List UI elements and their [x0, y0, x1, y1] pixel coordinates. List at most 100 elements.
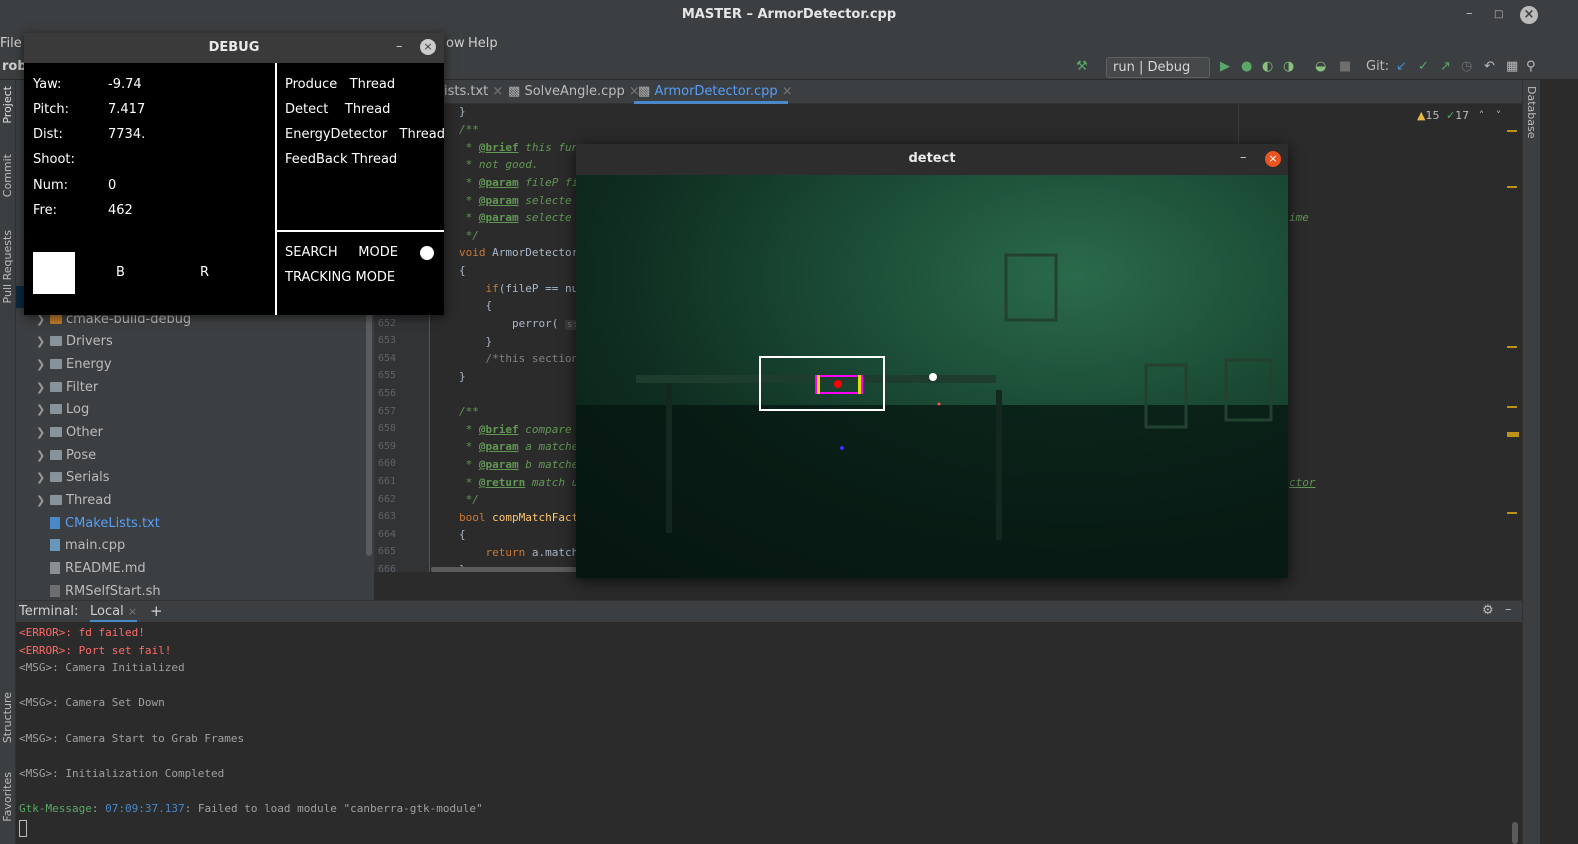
rollback-icon[interactable]: ↶ [1484, 59, 1495, 74]
minimize-icon[interactable]: – [396, 39, 403, 54]
error-stripe-mark[interactable] [1507, 346, 1517, 348]
target-box [759, 356, 885, 411]
layout-icon[interactable]: ▦ [1506, 59, 1518, 74]
close-icon[interactable]: × [492, 84, 503, 99]
tool-window-database[interactable]: Database [1525, 86, 1538, 139]
close-icon[interactable]: × [782, 84, 793, 99]
menu-window[interactable]: ow [446, 36, 465, 51]
minimize-icon[interactable]: – [1466, 6, 1473, 21]
tree-file-cmakelists[interactable]: CMakeLists.txt [50, 514, 160, 534]
project-name[interactable]: rob [2, 59, 27, 74]
git-label: Git: [1366, 59, 1390, 74]
light-bar-left [817, 375, 820, 394]
git-history-icon[interactable]: ◷ [1461, 59, 1472, 74]
window-titlebar: MASTER – ArmorDetector.cpp – □ × [0, 0, 1578, 32]
error-stripe-mark[interactable] [1507, 512, 1517, 514]
build-hammer-icon[interactable]: ⚒ [1076, 59, 1088, 74]
color-r-label: R [200, 265, 210, 280]
tab-armordetector[interactable]: ▩ ArmorDetector.cpp × [638, 84, 793, 99]
tree-folder-log[interactable]: ❯ Log [36, 400, 89, 420]
menu-help[interactable]: Help [468, 36, 498, 51]
git-update-icon[interactable]: ↙ [1396, 59, 1407, 74]
yaw-label: Yaw: [33, 77, 62, 92]
tab-cmakelists[interactable]: ists.txt × [444, 84, 503, 99]
tree-folder-serials[interactable]: ❯ Serials [36, 468, 110, 488]
line-number: 654 [378, 353, 397, 364]
error-stripe-mark[interactable] [1507, 406, 1517, 408]
tab-solveangle[interactable]: ▩ SolveAngle.cpp × [508, 84, 640, 99]
minimize-icon[interactable]: – [1240, 150, 1247, 165]
tab-terminal-local[interactable]: Local × [90, 604, 138, 622]
fre-label: Fre: [33, 203, 57, 218]
num-label: Num: [33, 178, 69, 193]
tree-folder-other[interactable]: ❯ Other [36, 423, 103, 443]
error-stripe-mark[interactable] [1507, 130, 1517, 132]
dist-value: 7734. [108, 127, 146, 142]
tree-file-readme[interactable]: README.md [50, 559, 146, 579]
run-configuration-select[interactable]: run | Debug ▼ [1106, 57, 1210, 89]
terminal-output[interactable]: <ERROR>: fd failed! <ERROR>: Port set fa… [16, 622, 1518, 844]
chevron-up-icon[interactable]: ˄ [1479, 109, 1485, 122]
code-line: } [459, 335, 493, 348]
restore-icon[interactable]: □ [1494, 9, 1503, 20]
tree-folder-energy[interactable]: ❯ Energy [36, 355, 112, 375]
wall-frame [1004, 253, 1058, 322]
tree-file-rmselfstart[interactable]: RMSelfStart.sh [50, 582, 161, 602]
detect-window-titlebar[interactable]: detect – × [576, 144, 1288, 175]
code-fragment: ime [1289, 211, 1309, 224]
project-scrollbar[interactable] [366, 310, 372, 556]
folder-icon [50, 336, 62, 346]
tree-folder-thread[interactable]: ❯ Thread [36, 491, 111, 511]
folder-icon [50, 404, 62, 414]
debug-icon[interactable]: ● [1241, 59, 1252, 74]
run-icon[interactable]: ▶ [1220, 59, 1230, 74]
chevron-down-icon[interactable]: ˅ [1496, 109, 1502, 122]
tool-window-pull-requests[interactable]: Pull Requests [1, 230, 14, 303]
thread-produce: Produce Thread [285, 77, 396, 92]
code-line: * @return match u [459, 476, 579, 489]
code-line: /** [459, 123, 479, 136]
tree-folder-pose[interactable]: ❯ Pose [36, 446, 96, 466]
error-stripe-mark[interactable] [1507, 186, 1517, 188]
red-point [937, 402, 941, 406]
detect-window-title: detect [908, 151, 956, 166]
terminal-line: <MSG>: Camera Set Down [19, 696, 165, 709]
search-icon[interactable]: ⚲ [1526, 59, 1536, 74]
tool-window-commit[interactable]: Commit [1, 154, 14, 197]
tool-window-favorites[interactable]: Favorites [1, 772, 14, 822]
hide-panel-icon[interactable]: – [1505, 602, 1512, 617]
tool-window-structure[interactable]: Structure [1, 692, 14, 743]
coverage-icon[interactable]: ◐ [1262, 59, 1273, 74]
code-line: void ArmorDetector [459, 246, 579, 259]
line-number: 661 [378, 476, 397, 487]
tree-folder-filter[interactable]: ❯ Filter [36, 378, 98, 398]
terminal-scrollbar[interactable] [1512, 822, 1518, 844]
detect-window[interactable]: detect – × [576, 144, 1288, 578]
inspection-widget[interactable]: ▲15 ✓17 ˄ ˅ [1417, 109, 1501, 122]
debug-window[interactable]: DEBUG – × Yaw: -9.74 Pitch: 7.417 Dist: … [24, 33, 444, 315]
git-commit-icon[interactable]: ✓ [1418, 59, 1429, 74]
line-number: 659 [378, 441, 397, 452]
tree-file-main-cpp[interactable]: main.cpp [50, 536, 125, 556]
git-push-icon[interactable]: ↗ [1440, 59, 1451, 74]
add-terminal-icon[interactable]: + [150, 602, 163, 620]
cpp-file-icon: ▩ [508, 84, 521, 99]
stop-icon[interactable]: ■ [1339, 59, 1351, 74]
gear-icon[interactable]: ⚙ [1482, 603, 1494, 618]
attach-icon[interactable]: ◒ [1315, 59, 1326, 74]
error-stripe-mark[interactable] [1507, 432, 1519, 437]
thread-feedback: FeedBack Thread [285, 152, 398, 167]
debug-window-titlebar[interactable]: DEBUG – × [24, 33, 444, 63]
code-line: { [459, 528, 466, 541]
tool-window-project[interactable]: Project [1, 86, 14, 124]
close-icon[interactable]: × [128, 605, 137, 618]
tree-folder-drivers[interactable]: ❯ Drivers [36, 332, 113, 352]
code-line: * @param fileP fi [459, 176, 579, 189]
close-icon[interactable]: × [420, 39, 436, 55]
menu-file[interactable]: File [0, 36, 22, 51]
close-icon[interactable]: × [1265, 151, 1281, 167]
close-icon[interactable]: × [1520, 6, 1538, 24]
dist-label: Dist: [33, 127, 63, 142]
profile-icon[interactable]: ◑ [1283, 59, 1294, 74]
terminal-label: Terminal: [19, 604, 79, 619]
